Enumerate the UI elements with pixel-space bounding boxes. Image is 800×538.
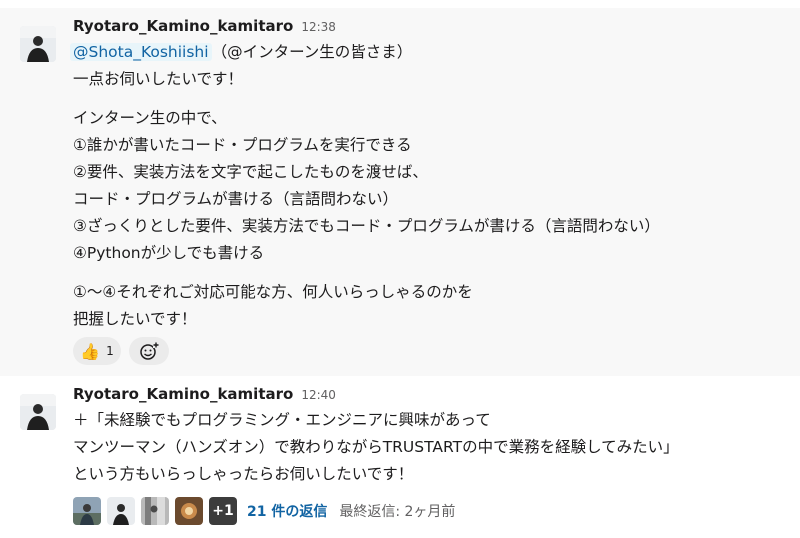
message-header: Ryotaro_Kamino_kamitaro 12:38 <box>73 17 336 41</box>
author-avatar[interactable] <box>20 394 56 430</box>
message-line: インターン生の中で、 <box>73 109 227 127</box>
reply-count-link[interactable]: 21 件の返信 <box>247 501 327 521</box>
message-line: 把握したいです！ <box>73 310 197 328</box>
message-line: という方もいらっしゃったらお伺いしたいです！ <box>73 465 414 483</box>
author-name[interactable]: Ryotaro_Kamino_kamitaro <box>73 17 293 35</box>
more-repliers-badge: +1 <box>209 497 237 525</box>
last-reply-time: 最終返信: 2ヶ月前 <box>339 504 456 520</box>
message-line: コード・プログラムが書ける（言語問わない） <box>73 190 399 208</box>
message-line: マンツーマン（ハンズオン）で教わりながらTRUSTARTの中で業務を経験してみた… <box>73 438 679 456</box>
message-line: ①誰かが書いたコード・プログラムを実行できる <box>73 136 412 154</box>
replier-avatar <box>73 497 101 525</box>
message-header: Ryotaro_Kamino_kamitaro 12:40 <box>73 385 336 409</box>
timestamp[interactable]: 12:40 <box>301 388 336 402</box>
message-line: 一点お伺いしたいです！ <box>73 70 244 88</box>
add-reaction-icon <box>140 342 159 360</box>
thread-summary[interactable]: +1 21 件の返信 最終返信: 2ヶ月前 <box>73 496 455 526</box>
message-line: ④Pythonが少しでも書ける <box>73 244 265 262</box>
replier-avatar <box>175 497 203 525</box>
author-avatar[interactable] <box>20 26 56 62</box>
reaction-thumbs-up[interactable]: 👍 1 <box>73 337 121 365</box>
replier-avatar <box>107 497 135 525</box>
add-reaction-button[interactable] <box>129 337 169 365</box>
thumbs-up-icon: 👍 <box>80 341 101 361</box>
message-line: ＋「未経験でもプログラミング・エンジニアに興味があって <box>73 411 491 429</box>
user-mention[interactable]: @Shota_Koshiishi <box>70 43 212 61</box>
mention-suffix: （@インターン生の皆さま） <box>211 43 413 61</box>
message-line: @Shota_Koshiishi （@インターン生の皆さま） <box>70 41 413 63</box>
message-line: ③ざっくりとした要件、実装方法でもコード・プログラムが書ける（言語問わない） <box>73 217 660 235</box>
timestamp[interactable]: 12:38 <box>301 20 336 34</box>
message-line: ①〜④それぞれご対応可能な方、何人いらっしゃるのかを <box>73 283 473 301</box>
author-name[interactable]: Ryotaro_Kamino_kamitaro <box>73 385 293 403</box>
replier-avatar <box>141 497 169 525</box>
reaction-count: 1 <box>106 344 114 358</box>
message-line: ②要件、実装方法を文字で起こしたものを渡せば、 <box>73 163 428 181</box>
